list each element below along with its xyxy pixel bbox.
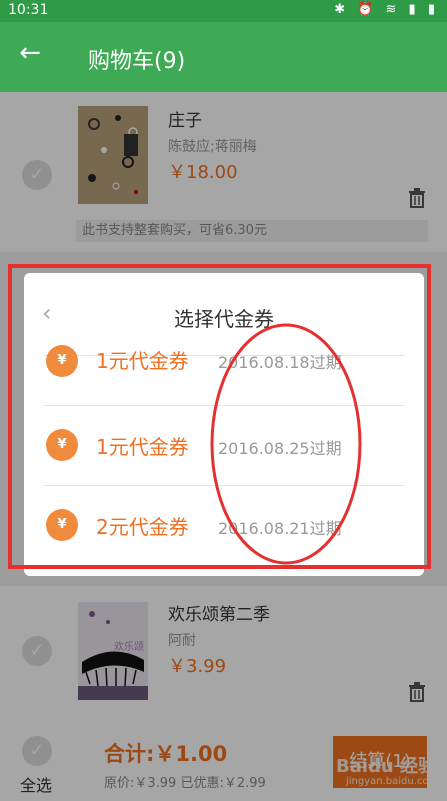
annotation-ellipse: [210, 323, 362, 565]
page-title: 购物车(9): [88, 49, 186, 74]
status-time: 10:31: [8, 2, 49, 18]
status-icons: ✱ ⏰ ≋ ▮ ▮: [334, 2, 439, 17]
app-bar: ← 购物车(9): [0, 22, 447, 92]
status-bar: 10:31 ✱ ⏰ ≋ ▮ ▮: [0, 0, 447, 22]
back-arrow-icon[interactable]: ←: [14, 38, 46, 68]
